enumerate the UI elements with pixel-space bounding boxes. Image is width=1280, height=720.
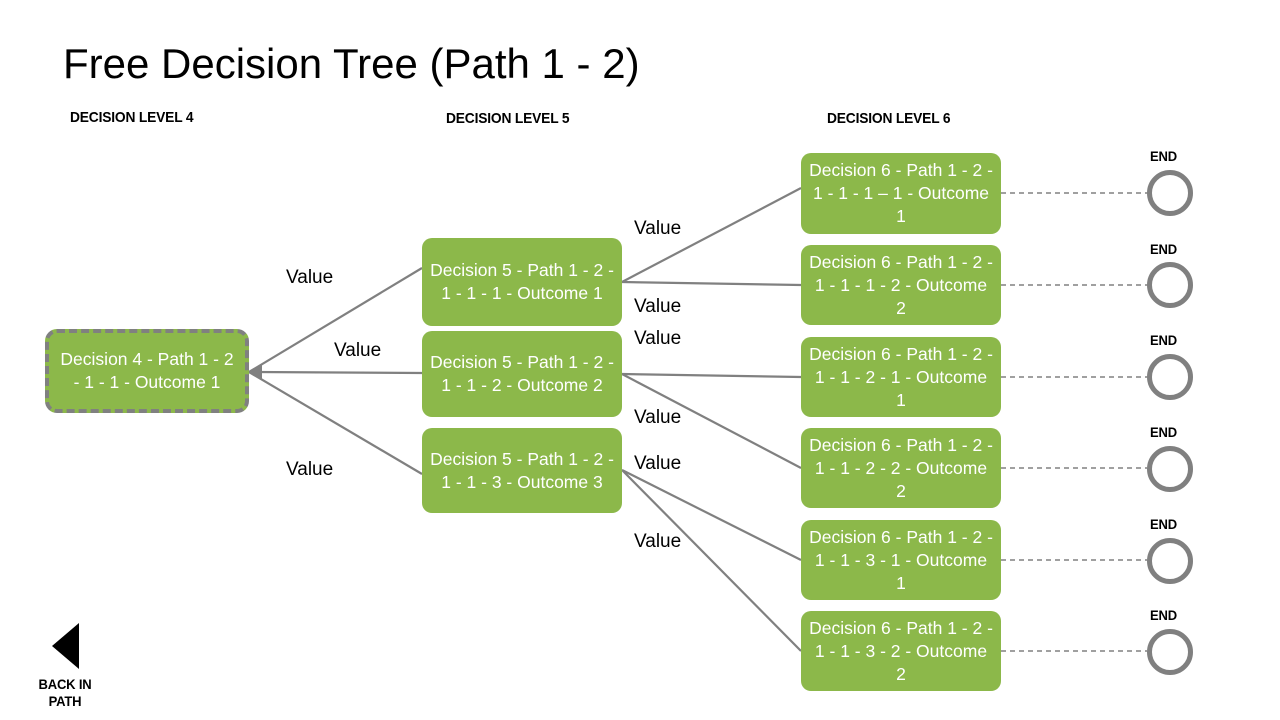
decision-node-level5-2[interactable]: Decision 5 - Path 1 - 2 - 1 - 1 - 2 - Ou… — [422, 331, 622, 417]
decision-node-level6-2[interactable]: Decision 6 - Path 1 - 2 - 1 - 1 - 1 - 2 … — [801, 245, 1001, 325]
node-label: Decision 6 - Path 1 - 2 - 1 - 1 - 1 – 1 … — [809, 160, 993, 226]
edge-value-label-7: Value — [634, 407, 682, 428]
node-label: Decision 6 - Path 1 - 2 - 1 - 1 - 2 - 2 … — [809, 434, 993, 501]
connector-level5-to-level6-3 — [621, 372, 802, 379]
decision-node-level4-1[interactable]: Decision 4 - Path 1 - 2 - 1 - 1 - Outcom… — [45, 329, 249, 413]
end-circle-5[interactable] — [1147, 538, 1193, 584]
node-label: Decision 4 - Path 1 - 2 - 1 - 1 - Outcom… — [60, 349, 234, 392]
node-label: Decision 5 - Path 1 - 2 - 1 - 1 - 2 - Ou… — [430, 352, 614, 395]
page-title: Free Decision Tree (Path 1 - 2) — [63, 40, 640, 87]
node-label: Decision 5 - Path 1 - 2 - 1 - 1 - 3 - Ou… — [430, 448, 614, 492]
edge-value-label-8: Value — [634, 453, 682, 474]
end-label-6: END — [1150, 607, 1177, 623]
end-circle-1[interactable] — [1147, 170, 1193, 216]
end-circle-3[interactable] — [1147, 354, 1193, 400]
decision-node-level6-3[interactable]: Decision 6 - Path 1 - 2 - 1 - 1 - 2 - 1 … — [801, 337, 1001, 417]
node-label: Decision 6 - Path 1 - 2 - 1 - 1 - 3 - 1 … — [809, 526, 993, 593]
decision-level-header-6: DECISION LEVEL 6 — [827, 110, 951, 127]
edge-value-label-1: Value — [286, 267, 334, 288]
end-label-4: END — [1150, 424, 1177, 440]
decision-node-level6-5[interactable]: Decision 6 - Path 1 - 2 - 1 - 1 - 3 - 1 … — [801, 520, 1001, 600]
edge-value-label-4: Value — [634, 218, 682, 239]
connector-root-to-level5-3 — [248, 371, 423, 475]
decision-tree-canvas: Free Decision Tree (Path 1 - 2) DECISION… — [0, 0, 1280, 720]
decision-level-header-4: DECISION LEVEL 4 — [70, 109, 194, 126]
node-label: Decision 5 - Path 1 - 2 - 1 - 1 - 1 - Ou… — [430, 260, 614, 303]
back-in-path-arrow-icon[interactable] — [52, 623, 79, 669]
edge-value-label-6: Value — [634, 328, 682, 349]
end-label-1: END — [1150, 148, 1177, 164]
back-in-path-label: BACK IN PATH — [38, 676, 92, 709]
decision-level-header-5: DECISION LEVEL 5 — [446, 110, 570, 127]
connector-level5-to-level6-2 — [621, 280, 802, 287]
decision-node-level6-6[interactable]: Decision 6 - Path 1 - 2 - 1 - 1 - 3 - 2 … — [801, 611, 1001, 691]
node-label: Decision 6 - Path 1 - 2 - 1 - 1 - 3 - 2 … — [809, 617, 993, 684]
node-label: Decision 6 - Path 1 - 2 - 1 - 1 - 1 - 2 … — [809, 251, 993, 318]
edge-value-label-2: Value — [334, 340, 382, 361]
decision-node-level6-4[interactable]: Decision 6 - Path 1 - 2 - 1 - 1 - 2 - 2 … — [801, 428, 1001, 508]
end-circle-6[interactable] — [1147, 629, 1193, 675]
end-label-3: END — [1150, 332, 1177, 348]
node-label: Decision 6 - Path 1 - 2 - 1 - 1 - 2 - 1 … — [809, 343, 993, 410]
decision-node-level5-1[interactable]: Decision 5 - Path 1 - 2 - 1 - 1 - 1 - Ou… — [422, 238, 622, 326]
edge-value-label-5: Value — [634, 296, 682, 317]
end-circle-2[interactable] — [1147, 262, 1193, 308]
connector-root-to-level5-2 — [248, 370, 423, 375]
decision-node-level5-3[interactable]: Decision 5 - Path 1 - 2 - 1 - 1 - 3 - Ou… — [422, 428, 622, 513]
end-label-5: END — [1150, 516, 1177, 532]
connector-level5-to-level6-6 — [621, 469, 802, 652]
root-inbound-arrowhead-icon — [249, 364, 262, 380]
end-label-2: END — [1150, 241, 1177, 257]
decision-node-level6-1[interactable]: Decision 6 - Path 1 - 2 - 1 - 1 - 1 – 1 … — [801, 153, 1001, 234]
edge-value-label-9: Value — [634, 531, 682, 552]
end-circle-4[interactable] — [1147, 446, 1193, 492]
edge-value-label-3: Value — [286, 459, 334, 480]
